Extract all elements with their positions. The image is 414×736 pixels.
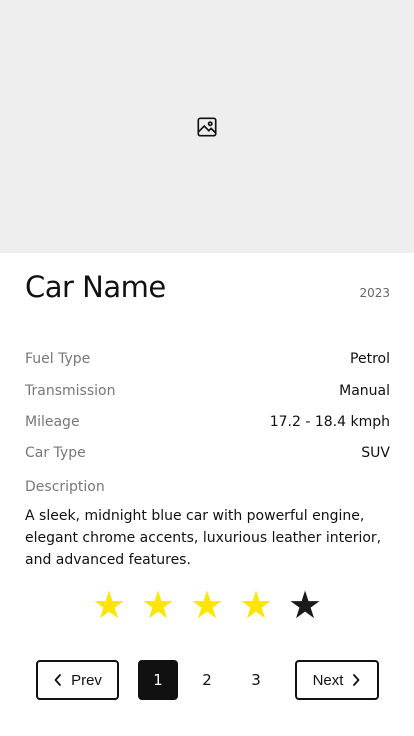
- star-filled-icon[interactable]: ★: [189, 583, 225, 627]
- spec-label: Fuel Type: [25, 351, 91, 367]
- star-filled-icon[interactable]: ★: [140, 583, 176, 627]
- spec-row-mileage: Mileage 17.2 - 18.4 kmph: [25, 411, 390, 433]
- spec-label: Mileage: [25, 414, 80, 430]
- spec-value: Petrol: [350, 351, 390, 367]
- next-button[interactable]: Next: [295, 660, 379, 700]
- star-filled-icon[interactable]: ★: [238, 583, 274, 627]
- pagination: Prev 1 2 3 Next: [0, 660, 414, 700]
- spec-value: Manual: [339, 383, 390, 399]
- prev-label: Prev: [71, 671, 102, 689]
- description-text: A sleek, midnight blue car with powerful…: [25, 508, 382, 568]
- image-placeholder-icon: [197, 116, 217, 137]
- star-filled-icon[interactable]: ★: [91, 583, 127, 627]
- chevron-left-icon: [54, 674, 61, 686]
- spec-value: 17.2 - 18.4 kmph: [269, 414, 390, 430]
- car-name: Car Name: [25, 270, 166, 304]
- spec-value: SUV: [361, 445, 390, 461]
- spec-row-fuel-type: Fuel Type Petrol: [25, 348, 390, 370]
- prev-button[interactable]: Prev: [36, 660, 119, 700]
- page-button-1[interactable]: 1: [138, 660, 178, 700]
- page-button-2[interactable]: 2: [187, 660, 227, 700]
- star-rating: ★ ★ ★ ★ ★: [0, 583, 414, 627]
- page-button-3[interactable]: 3: [236, 660, 276, 700]
- title-row: Car Name 2023: [25, 270, 390, 304]
- spec-label: Car Type: [25, 445, 86, 461]
- spec-label: Transmission: [25, 383, 116, 399]
- spec-row-transmission: Transmission Manual: [25, 380, 390, 402]
- star-empty-icon[interactable]: ★: [287, 583, 323, 627]
- chevron-right-icon: [353, 674, 360, 686]
- car-year: 2023: [359, 286, 390, 300]
- next-label: Next: [312, 671, 344, 689]
- description-label: Description: [25, 479, 105, 495]
- spec-row-car-type: Car Type SUV: [25, 442, 390, 464]
- car-image-placeholder: [0, 0, 414, 253]
